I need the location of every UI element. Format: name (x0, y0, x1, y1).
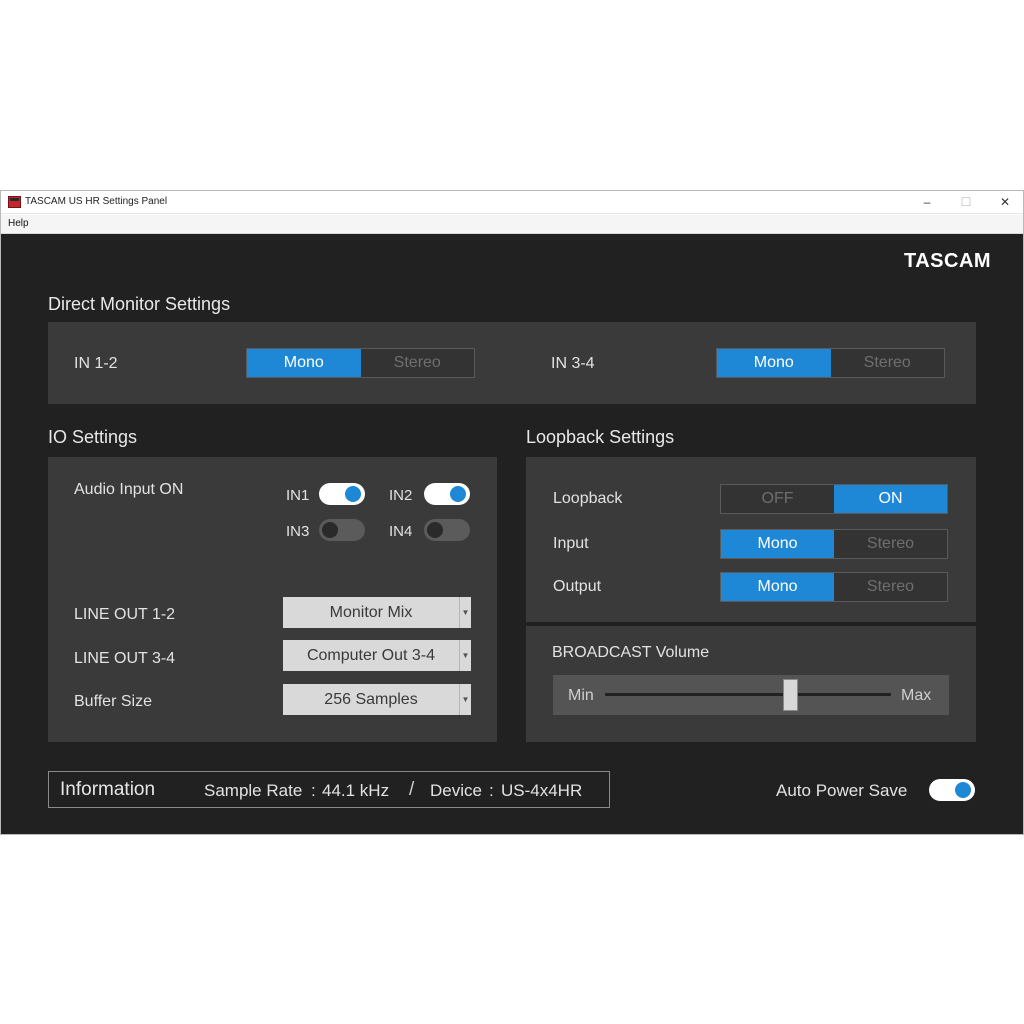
slider-track (605, 693, 891, 696)
toggle-knob (450, 486, 466, 502)
direct-monitor-title: Direct Monitor Settings (48, 294, 231, 314)
buffer-size-label: Buffer Size (74, 693, 152, 710)
in1-label: IN1 (286, 487, 310, 504)
loopback-input-mono-button[interactable]: Mono (721, 530, 834, 558)
loopback-on-button[interactable]: ON (834, 485, 947, 513)
toggle-knob (345, 486, 361, 502)
line-out-12-label: LINE OUT 1-2 (74, 606, 176, 623)
window-title: TASCAM US HR Settings Panel (25, 196, 168, 207)
tascam-logo: TASCAM (904, 250, 992, 272)
device-colon: : (489, 781, 494, 800)
buffer-size-select[interactable]: 256 Samples ▼ (283, 684, 471, 715)
slider-max-label: Max (901, 687, 932, 704)
in2-label: IN2 (389, 487, 413, 504)
chevron-down-icon: ▼ (459, 597, 471, 628)
in4-label: IN4 (389, 523, 413, 540)
in2-toggle[interactable] (424, 483, 470, 505)
io-settings-title: IO Settings (48, 427, 138, 447)
line-out-34-label: LINE OUT 3-4 (74, 650, 176, 667)
loopback-input-stereo-button[interactable]: Stereo (834, 530, 947, 558)
slider-thumb[interactable] (783, 679, 799, 711)
in12-stereo-button[interactable]: Stereo (360, 349, 474, 377)
menu-item-help[interactable]: Help (8, 218, 29, 229)
sample-rate-label: Sample Rate (204, 781, 303, 800)
loopback-selector: OFF ON (720, 484, 948, 514)
chevron-down-icon: ▼ (459, 640, 471, 671)
loopback-input-label: Input (553, 535, 589, 552)
title-bar: TASCAM US HR Settings Panel – ☐ ✕ (1, 191, 1023, 214)
maximize-button[interactable]: ☐ (952, 194, 980, 211)
loopback-label: Loopback (553, 490, 623, 507)
loopback-output-label: Output (553, 578, 602, 595)
in1-toggle[interactable] (319, 483, 365, 505)
in12-mono-button[interactable]: Mono (247, 349, 361, 377)
device-value: US-4x4HR (501, 781, 583, 800)
line-out-34-select[interactable]: Computer Out 3-4 ▼ (283, 640, 471, 671)
line-out-34-value: Computer Out 3-4 (306, 647, 436, 664)
slider-min-label: Min (568, 687, 594, 704)
toggle-knob (322, 522, 338, 538)
in34-mode-selector: Mono Stereo (716, 348, 945, 378)
in34-label: IN 3-4 (551, 355, 595, 372)
in3-toggle[interactable] (319, 519, 365, 541)
loopback-output-stereo-button[interactable]: Stereo (834, 573, 947, 601)
in12-mode-selector: Mono Stereo (246, 348, 475, 378)
loopback-input-selector: Mono Stereo (720, 529, 948, 559)
line-out-12-select[interactable]: Monitor Mix ▼ (283, 597, 471, 628)
toggle-knob (955, 782, 971, 798)
auto-power-save-label: Auto Power Save (776, 781, 908, 800)
auto-power-save-toggle[interactable] (929, 779, 975, 801)
menu-bar: Help (1, 215, 1023, 234)
toggle-knob (427, 522, 443, 538)
loopback-off-button[interactable]: OFF (721, 485, 834, 513)
buffer-size-value: 256 Samples (324, 691, 418, 708)
in4-toggle[interactable] (424, 519, 470, 541)
audio-input-label: Audio Input ON (74, 481, 184, 498)
sample-rate-colon: : (311, 781, 316, 800)
info-separator: / (409, 779, 415, 800)
information-title: Information (60, 779, 156, 800)
broadcast-volume-title: BROADCAST Volume (552, 644, 710, 661)
line-out-12-value: Monitor Mix (329, 604, 413, 621)
in12-label: IN 1-2 (74, 355, 118, 372)
in34-stereo-button[interactable]: Stereo (830, 349, 944, 377)
in3-label: IN3 (286, 523, 310, 540)
loopback-output-mono-button[interactable]: Mono (721, 573, 834, 601)
loopback-output-selector: Mono Stereo (720, 572, 948, 602)
close-button[interactable]: ✕ (991, 194, 1019, 211)
chevron-down-icon: ▼ (459, 684, 471, 715)
loopback-settings-title: Loopback Settings (526, 427, 675, 447)
sample-rate-value: 44.1 kHz (322, 781, 390, 800)
minimize-button[interactable]: – (913, 194, 941, 211)
in34-mono-button[interactable]: Mono (717, 349, 831, 377)
tascam-app-icon (8, 196, 21, 208)
device-label: Device (430, 781, 482, 800)
